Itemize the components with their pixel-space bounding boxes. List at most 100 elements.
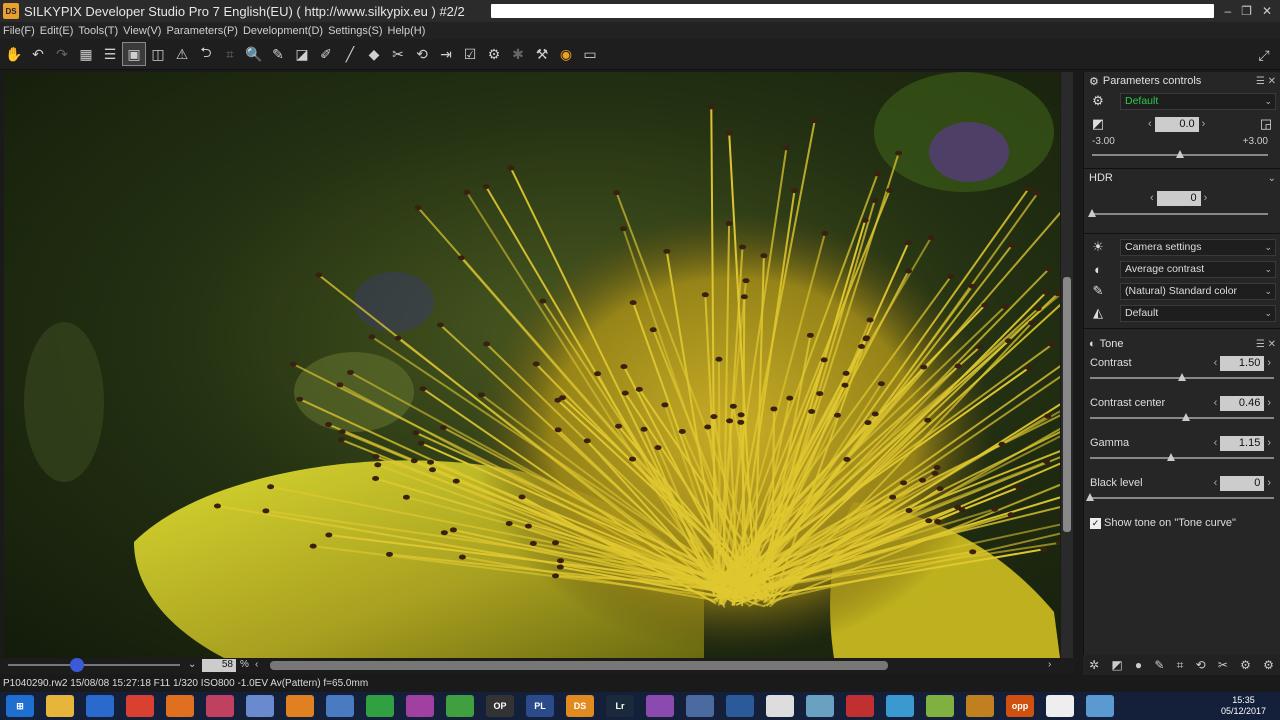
- maximize-button[interactable]: ❐: [1241, 4, 1252, 18]
- tone-param-slider[interactable]: [1090, 453, 1274, 463]
- bottom-tool-icon-1[interactable]: ✲: [1089, 658, 1099, 672]
- taskbar-app-silkypix[interactable]: DS: [566, 695, 594, 717]
- export-icon[interactable]: ⇥: [434, 42, 458, 66]
- hdr-increase[interactable]: ›: [1204, 192, 1208, 204]
- tone-param-slider[interactable]: [1090, 373, 1274, 383]
- tone-param-increase[interactable]: ›: [1267, 357, 1271, 369]
- taskbar-app-app11[interactable]: [406, 695, 434, 717]
- vertical-scroll-thumb[interactable]: [1063, 277, 1071, 532]
- eyedropper-icon[interactable]: ✎: [266, 42, 290, 66]
- taskbar-app-app7[interactable]: [246, 695, 274, 717]
- taskbar-app-app26[interactable]: opp: [1006, 695, 1034, 717]
- taste-gear-icon[interactable]: ⚙: [1088, 92, 1108, 110]
- menu-parameters[interactable]: Parameters(P): [166, 25, 238, 37]
- rotate-left-icon[interactable]: ⮌: [194, 42, 218, 66]
- crop-icon[interactable]: ⌗: [218, 42, 242, 66]
- tone-param-decrease[interactable]: ‹: [1214, 357, 1218, 369]
- taskbar-app-app12[interactable]: [446, 695, 474, 717]
- exposure-slider[interactable]: [1092, 150, 1268, 160]
- tone-select[interactable]: Average contrast ⌄: [1120, 260, 1276, 278]
- undo-icon[interactable]: ↶: [26, 42, 50, 66]
- scroll-right-icon[interactable]: ›: [1048, 659, 1051, 670]
- hand-icon[interactable]: ✋: [2, 42, 26, 66]
- tone-param-increase[interactable]: ›: [1267, 397, 1271, 409]
- zoom-icon[interactable]: 🔍: [242, 42, 266, 66]
- taskbar-app-chrome[interactable]: [126, 695, 154, 717]
- taskbar-app-outlook[interactable]: [86, 695, 114, 717]
- grid-view-icon[interactable]: ▦: [74, 42, 98, 66]
- rotate-icon[interactable]: ⟲: [410, 42, 434, 66]
- menu-development[interactable]: Development(D): [243, 25, 323, 37]
- menu-tools[interactable]: Tools(T): [78, 25, 118, 37]
- hdr-slider[interactable]: [1088, 209, 1268, 219]
- gradient-icon[interactable]: ◆: [362, 42, 386, 66]
- tone-icon[interactable]: ✂: [386, 42, 410, 66]
- check-icon[interactable]: ☑: [458, 42, 482, 66]
- panel-menu-icon[interactable]: ☰ ✕: [1256, 76, 1276, 87]
- menu-file[interactable]: File(F): [3, 25, 35, 37]
- taskbar-app-app22[interactable]: [846, 695, 874, 717]
- tone-param-increase[interactable]: ›: [1267, 437, 1271, 449]
- tone-param-decrease[interactable]: ‹: [1214, 437, 1218, 449]
- hdr-collapse-icon[interactable]: ⌄: [1268, 173, 1276, 184]
- single-view-icon[interactable]: ▣: [122, 42, 146, 66]
- auto-exposure-icon[interactable]: ◲: [1256, 115, 1276, 133]
- white-balance-select[interactable]: Camera settings ⌄: [1120, 238, 1276, 256]
- tone-param-decrease[interactable]: ‹: [1214, 397, 1218, 409]
- exposure-decrease[interactable]: ‹: [1148, 118, 1152, 130]
- tone-param-slider[interactable]: [1086, 493, 1274, 503]
- spot-icon[interactable]: ✐: [314, 42, 338, 66]
- zoom-value[interactable]: 58: [202, 659, 236, 672]
- bottom-tool-icon-7[interactable]: ✂: [1218, 658, 1228, 672]
- tone-param-increase[interactable]: ›: [1267, 477, 1271, 489]
- taskbar-app-app21[interactable]: [806, 695, 834, 717]
- vertical-scrollbar[interactable]: [1061, 72, 1073, 658]
- taskbar-app-firefox[interactable]: [166, 695, 194, 717]
- taskbar-app-app24[interactable]: [926, 695, 954, 717]
- brush-icon[interactable]: ╱: [338, 42, 362, 66]
- color-select[interactable]: (Natural) Standard color ⌄: [1120, 282, 1276, 300]
- white-balance-icon[interactable]: ◪: [290, 42, 314, 66]
- taskbar-app-app28[interactable]: [1086, 695, 1114, 717]
- show-tone-checkbox[interactable]: ✓: [1090, 517, 1101, 529]
- monitor-icon[interactable]: ▭: [578, 42, 602, 66]
- taskbar-app-app8[interactable]: [286, 695, 314, 717]
- hdr-value[interactable]: 0: [1156, 190, 1201, 206]
- exposure-value[interactable]: 0.0: [1154, 116, 1199, 132]
- taskbar-app-app18[interactable]: [686, 695, 714, 717]
- ds-icon[interactable]: ◉: [554, 42, 578, 66]
- tone-param-slider[interactable]: [1090, 413, 1274, 423]
- image-viewer[interactable]: [4, 72, 1060, 658]
- taskbar-app-dxo[interactable]: OP: [486, 695, 514, 717]
- taskbar-clock[interactable]: 15:35 05/12/2017: [1221, 695, 1266, 717]
- show-tone-checkbox-row[interactable]: ✓ Show tone on "Tone curve": [1084, 513, 1280, 533]
- fullscreen-icon[interactable]: ⤢: [1252, 43, 1276, 67]
- taskbar-app-app23[interactable]: [886, 695, 914, 717]
- menu-view[interactable]: View(V): [123, 25, 161, 37]
- menu-help[interactable]: Help(H): [388, 25, 426, 37]
- hammer-icon[interactable]: ⚒: [530, 42, 554, 66]
- filmstrip-view-icon[interactable]: ☰: [98, 42, 122, 66]
- hdr-decrease[interactable]: ‹: [1150, 192, 1154, 204]
- close-button[interactable]: ✕: [1262, 4, 1272, 18]
- taskbar-app-app10[interactable]: [366, 695, 394, 717]
- taskbar-app-app27[interactable]: [1046, 695, 1074, 717]
- tone-param-value[interactable]: 0: [1220, 475, 1265, 491]
- star-icon[interactable]: ✱: [506, 42, 530, 66]
- taskbar-app-lightroom[interactable]: Lr: [606, 695, 634, 717]
- menu-settings[interactable]: Settings(S): [328, 25, 382, 37]
- bottom-tool-icon-9[interactable]: ⚙: [1263, 658, 1274, 672]
- tone-param-value[interactable]: 0.46: [1220, 395, 1265, 411]
- tone-param-value[interactable]: 1.15: [1220, 435, 1265, 451]
- taskbar-app-app9[interactable]: [326, 695, 354, 717]
- taste-select[interactable]: Default ⌄: [1120, 92, 1276, 110]
- menu-edit[interactable]: Edit(E): [40, 25, 74, 37]
- taskbar-app-app19[interactable]: [726, 695, 754, 717]
- taskbar-app-app25[interactable]: [966, 695, 994, 717]
- taskbar-app-paint[interactable]: [206, 695, 234, 717]
- taskbar-app-app17[interactable]: [646, 695, 674, 717]
- taskbar-app-app20[interactable]: [766, 695, 794, 717]
- bottom-tool-icon-3[interactable]: ●: [1135, 658, 1142, 672]
- bottom-tool-icon-2[interactable]: ◩: [1111, 658, 1122, 672]
- sharpness-select[interactable]: Default ⌄: [1120, 304, 1276, 322]
